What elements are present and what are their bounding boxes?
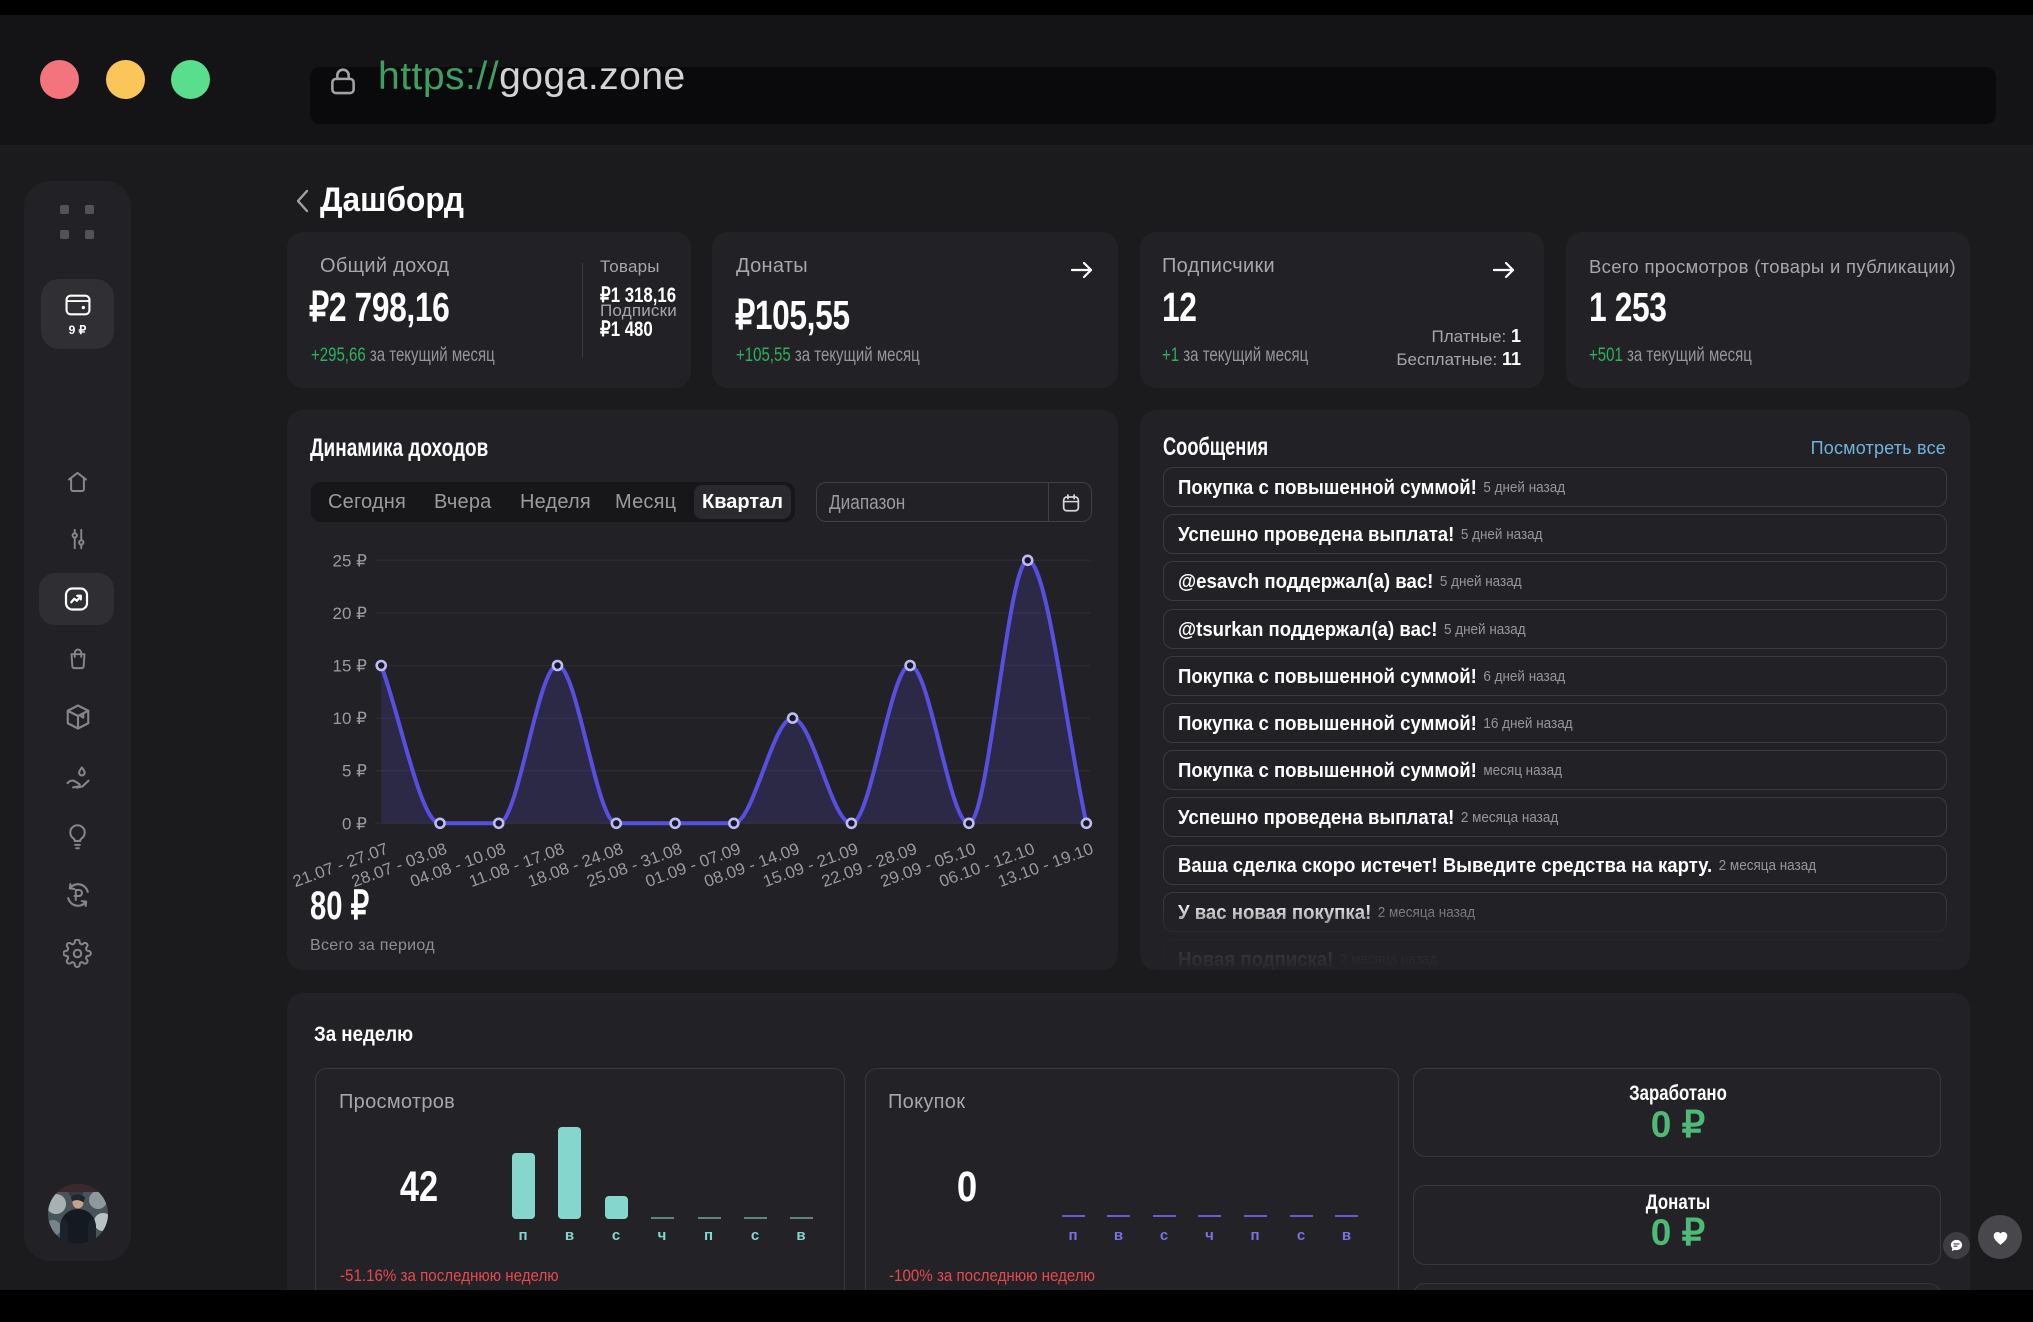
svg-text:20 ₽: 20 ₽ — [333, 604, 368, 623]
svg-text:10 ₽: 10 ₽ — [333, 709, 368, 728]
svg-text:5 ₽: 5 ₽ — [342, 762, 367, 781]
svg-text:25 ₽: 25 ₽ — [333, 551, 368, 570]
svg-text:15 ₽: 15 ₽ — [333, 657, 368, 676]
svg-text:0 ₽: 0 ₽ — [342, 814, 367, 833]
